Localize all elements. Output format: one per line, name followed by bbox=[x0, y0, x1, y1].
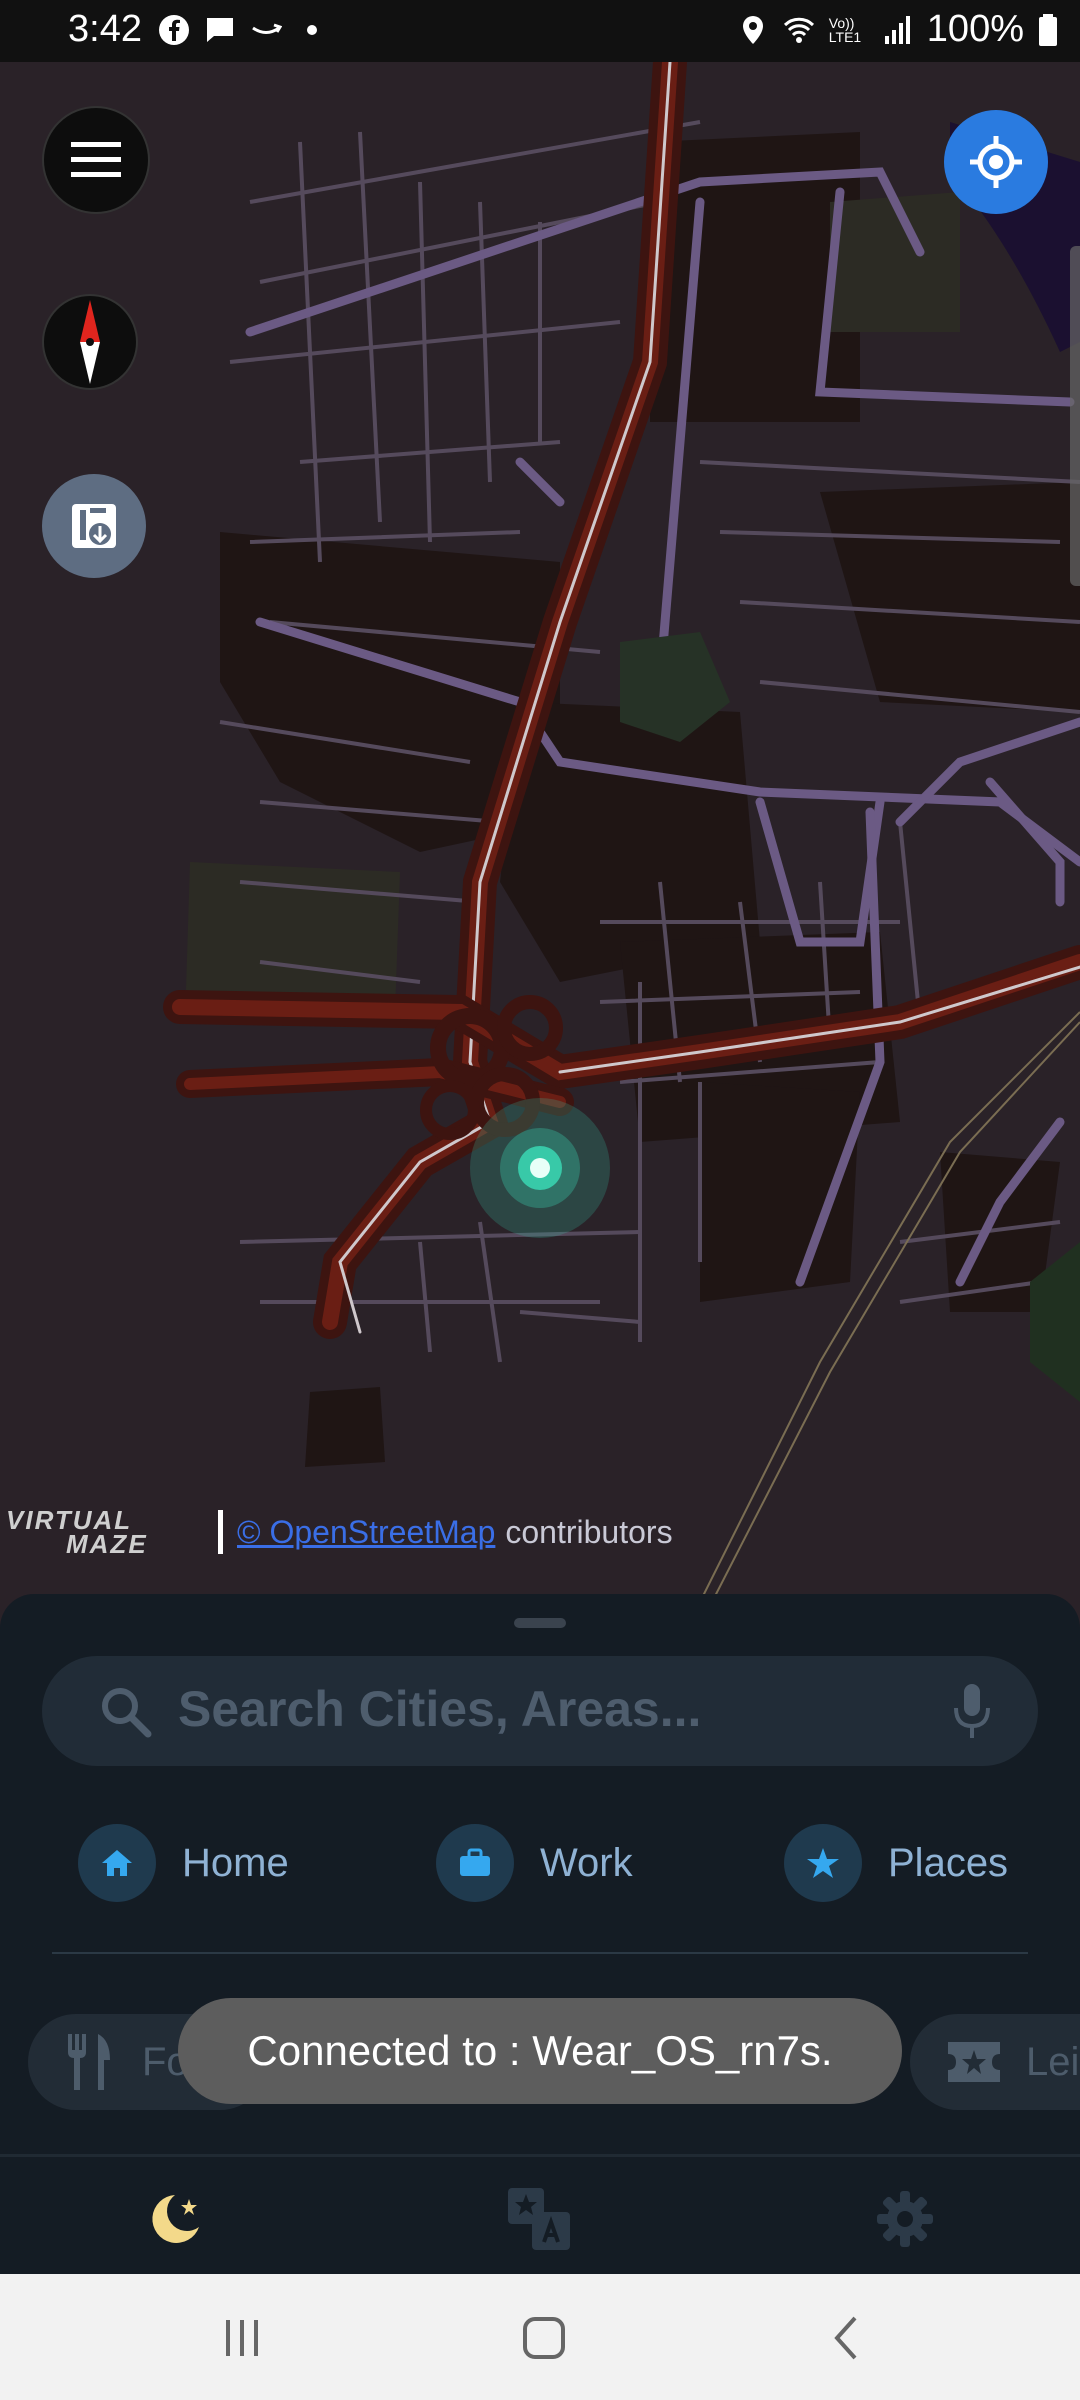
home-icon bbox=[78, 1824, 156, 1902]
attribution-suffix: contributors bbox=[505, 1513, 673, 1550]
gps-target-icon bbox=[970, 136, 1022, 188]
ticket-icon bbox=[948, 2042, 1000, 2082]
battery-icon bbox=[1039, 13, 1057, 46]
facebook-icon bbox=[159, 15, 189, 45]
virtual-maze-logo: VIRTUAL MAZE bbox=[6, 1505, 148, 1559]
network-label: Vo)) LTE1 bbox=[828, 14, 862, 45]
bottom-sheet: Search Cities, Areas... Home Work Places… bbox=[0, 1594, 1080, 2274]
back-icon bbox=[834, 2316, 857, 2360]
status-right: Vo)) LTE1 100% bbox=[737, 8, 1058, 51]
section-divider bbox=[52, 1952, 1028, 1954]
map-attribution: VIRTUAL MAZE © OpenStreetMap contributor… bbox=[6, 1500, 673, 1564]
tab-translate[interactable] bbox=[504, 2184, 574, 2254]
home-nav-icon bbox=[523, 2317, 565, 2359]
briefcase-icon bbox=[436, 1824, 514, 1902]
wifi-icon bbox=[783, 17, 814, 43]
recent-apps-icon bbox=[226, 2320, 258, 2356]
tabs-divider bbox=[0, 2154, 1080, 2157]
dot-icon bbox=[307, 25, 317, 35]
search-icon bbox=[102, 1688, 152, 1738]
category-label: Leis bbox=[1026, 2039, 1080, 2084]
back-button[interactable] bbox=[816, 2310, 876, 2366]
location-icon bbox=[742, 15, 763, 44]
night-mode-icon bbox=[152, 2195, 199, 2243]
settings-icon bbox=[877, 2191, 933, 2247]
map-download-icon bbox=[72, 504, 116, 548]
tab-settings[interactable] bbox=[870, 2184, 940, 2254]
battery-percent: 100% bbox=[926, 8, 1024, 50]
quick-link-label: Home bbox=[182, 1840, 289, 1885]
quick-link-label: Work bbox=[540, 1840, 633, 1885]
notification-icons bbox=[158, 14, 328, 46]
map-view[interactable] bbox=[0, 62, 1080, 1602]
search-input[interactable]: Search Cities, Areas... bbox=[178, 1680, 701, 1738]
restaurant-icon bbox=[68, 2034, 110, 2090]
search-bar[interactable]: Search Cities, Areas... bbox=[42, 1656, 1038, 1766]
quick-link-label: Places bbox=[888, 1840, 1009, 1885]
sheet-drag-handle[interactable] bbox=[514, 1618, 566, 1628]
quick-link-places[interactable]: Places bbox=[784, 1824, 1008, 1902]
microphone-icon[interactable] bbox=[952, 1684, 992, 1740]
toast-message: Connected to : Wear_OS_rn7s. bbox=[178, 1998, 902, 2104]
map-canvas[interactable] bbox=[0, 62, 1080, 1602]
hamburger-menu-icon bbox=[71, 142, 121, 177]
home-nav-button[interactable] bbox=[514, 2310, 574, 2366]
amazon-icon bbox=[252, 23, 282, 34]
message-icon bbox=[207, 18, 233, 42]
recent-apps-button[interactable] bbox=[212, 2310, 272, 2366]
status-bar: 3:42 Vo)) LTE1 100% bbox=[0, 0, 1080, 62]
menu-button[interactable] bbox=[42, 106, 150, 214]
quick-link-home[interactable]: Home bbox=[78, 1824, 289, 1902]
quick-link-work[interactable]: Work bbox=[436, 1824, 633, 1902]
star-icon bbox=[784, 1824, 862, 1902]
translate-icon bbox=[508, 2188, 570, 2250]
attribution-separator bbox=[218, 1510, 223, 1554]
side-edge-handle[interactable] bbox=[1070, 246, 1080, 586]
system-navigation-bar bbox=[0, 2274, 1080, 2400]
offline-maps-button[interactable] bbox=[42, 474, 146, 578]
compass-icon bbox=[80, 300, 100, 384]
compass-button[interactable] bbox=[42, 294, 138, 390]
category-chip-leisure[interactable]: Leis bbox=[910, 2014, 1080, 2110]
bottom-tab-bar bbox=[0, 2160, 1080, 2274]
signal-icon bbox=[884, 15, 910, 44]
tab-night-mode[interactable] bbox=[140, 2184, 210, 2254]
my-location-button[interactable] bbox=[944, 110, 1048, 214]
status-time: 3:42 bbox=[68, 8, 142, 50]
osm-link[interactable]: © OpenStreetMap bbox=[237, 1514, 495, 1551]
